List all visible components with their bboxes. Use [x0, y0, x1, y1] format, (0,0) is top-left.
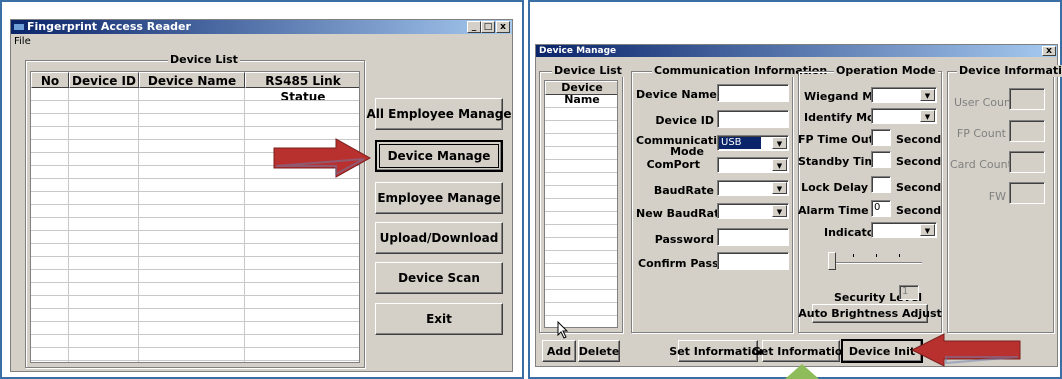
chevron-down-icon[interactable]: ▼ [772, 182, 787, 194]
chevron-down-icon[interactable]: ▼ [920, 89, 935, 101]
left-window: Fingerprint Access Reader _ □ x File Dev… [10, 19, 513, 372]
right-window-titlebar[interactable]: Device Manage [536, 45, 1057, 57]
communication-mode-label-line2: Mode [670, 145, 704, 158]
card-count-label: Card Count [950, 158, 1012, 171]
column-header-device-name[interactable]: Device Name [139, 72, 245, 88]
column-header-no[interactable]: No [31, 72, 69, 88]
device-name-label: Device Name [636, 88, 717, 101]
standby-time-field[interactable] [871, 151, 891, 168]
auto-brightness-adjust-button[interactable]: Auto Brightness Adjust [798, 304, 942, 323]
minimize-button[interactable]: _ [467, 21, 481, 33]
device-list-legend: Device List [168, 53, 240, 66]
device-id-field[interactable] [717, 110, 789, 128]
delete-button[interactable]: Delete [578, 340, 620, 362]
arrow-left-icon [910, 333, 1021, 367]
chevron-down-icon[interactable]: ▼ [772, 205, 787, 217]
device-list-rows [31, 88, 359, 362]
mouse-cursor-icon [557, 321, 569, 339]
set-information-button[interactable]: Set Information [669, 340, 767, 362]
identify-mode-select[interactable]: ▼ [871, 108, 937, 124]
fp-timeout-unit: Second [896, 133, 942, 146]
column-header-device-name[interactable]: Device Name [545, 81, 617, 106]
column-header-rs485[interactable]: RS485 Link Statue [245, 72, 359, 104]
add-button[interactable]: Add [542, 340, 576, 362]
fw-field [1009, 182, 1045, 204]
column-header-device-id[interactable]: Device ID [69, 72, 139, 88]
alarm-time-label: Alarm Time [798, 204, 869, 217]
security-level-value: 1 [902, 286, 909, 297]
employee-manage-button[interactable]: Employee Manage [375, 182, 503, 214]
wiegand-mode-select[interactable]: ▼ [871, 87, 937, 103]
device-list-table[interactable]: No Device ID Device Name RS485 Link Stat… [30, 71, 360, 363]
communication-mode-value: USB [719, 137, 761, 149]
close-button[interactable]: x [496, 21, 510, 33]
slider-tick-marks [830, 254, 922, 257]
device-name-list[interactable]: Device Name [544, 80, 618, 328]
password-field[interactable] [717, 228, 789, 246]
slider-track [830, 262, 922, 264]
window-title: Fingerprint Access Reader [27, 20, 191, 33]
alarm-time-field[interactable]: 0 [871, 200, 891, 217]
slider-thumb[interactable] [828, 252, 836, 270]
app-icon [14, 24, 24, 30]
device-id-label: Device ID [655, 114, 714, 127]
new-baudrate-label: New BaudRate [636, 207, 727, 220]
indicator-select[interactable]: ▼ [871, 222, 937, 238]
maximize-button[interactable]: □ [481, 21, 495, 33]
standby-time-label: Standby Time [798, 155, 884, 168]
device-information-legend: Device Information [957, 65, 1062, 77]
device-scan-button[interactable]: Device Scan [375, 262, 503, 294]
upload-download-button[interactable]: Upload/Download [375, 222, 503, 254]
device-name-field[interactable] [717, 84, 789, 102]
lock-delay-label: Lock Delay [801, 181, 868, 194]
new-baudrate-select[interactable]: ▼ [717, 203, 789, 219]
device-name-rows [545, 95, 617, 327]
password-label: Password [654, 233, 714, 246]
lock-delay-field[interactable] [871, 176, 891, 193]
baudrate-select[interactable]: ▼ [717, 180, 789, 196]
user-count-label: User Count [954, 96, 1016, 109]
right-window: Device Manage x Device List Device Name … [535, 44, 1062, 367]
lock-delay-unit: Second [896, 181, 942, 194]
baudrate-label: BaudRate [653, 184, 714, 197]
security-level-field[interactable]: 1 [899, 285, 919, 300]
fp-count-label: FP Count [956, 127, 1006, 140]
fw-label: FW [988, 190, 1006, 203]
brightness-slider[interactable] [826, 244, 926, 280]
arrow-up-icon [785, 364, 819, 379]
left-window-titlebar[interactable]: Fingerprint Access Reader [11, 20, 512, 34]
chevron-down-icon[interactable]: ▼ [772, 137, 787, 149]
arrow-right-icon [273, 138, 372, 178]
chevron-down-icon[interactable]: ▼ [920, 110, 935, 122]
standby-time-unit: Second [896, 155, 942, 168]
confirm-password-field[interactable] [717, 252, 789, 270]
comport-select[interactable]: ▼ [717, 157, 789, 173]
communication-mode-label: Communication Mode [636, 135, 732, 158]
all-employee-manage-button[interactable]: All Employee Manage [366, 98, 512, 130]
get-information-button[interactable]: Get Information [752, 340, 850, 362]
alarm-time-unit: Second [896, 204, 942, 217]
card-count-field [1009, 151, 1045, 173]
close-button[interactable]: x [1042, 46, 1056, 56]
user-count-field [1009, 88, 1045, 110]
device-manage-button[interactable]: Device Manage [375, 140, 503, 172]
fp-timeout-field[interactable] [871, 129, 891, 146]
fp-timeout-label: FP Time Out [798, 133, 874, 146]
comport-label: ComPort [646, 158, 700, 171]
communication-mode-select[interactable]: USB ▼ [717, 135, 789, 151]
chevron-down-icon[interactable]: ▼ [772, 159, 787, 171]
operation-mode-legend: Operation Mode [834, 64, 938, 77]
window-title: Device Manage [539, 46, 617, 56]
chevron-down-icon[interactable]: ▼ [920, 224, 935, 236]
device-list-legend: Device List [552, 64, 624, 77]
exit-button[interactable]: Exit [375, 303, 503, 335]
alarm-time-value: 0 [874, 202, 881, 213]
fp-count-field [1009, 120, 1045, 142]
menu-file[interactable]: File [14, 36, 31, 47]
